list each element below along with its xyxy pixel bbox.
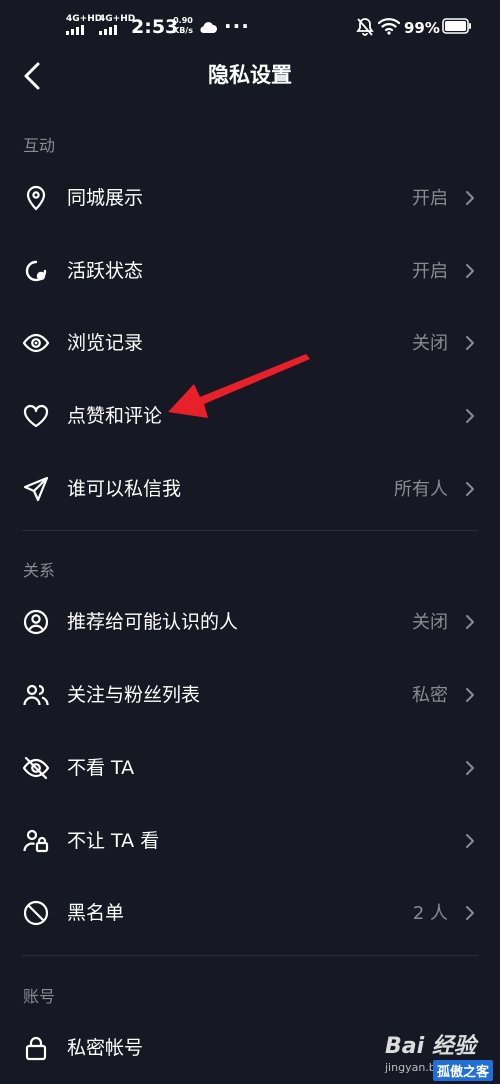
user-lock-icon bbox=[23, 829, 49, 853]
section-header-interaction: 互动 bbox=[23, 136, 56, 155]
setting-label: 私密帐号 bbox=[67, 1037, 144, 1059]
section-divider bbox=[22, 530, 478, 531]
page-title: 隐私设置 bbox=[208, 63, 292, 87]
setting-value: 2 人 bbox=[412, 903, 448, 924]
chevron-right-icon bbox=[466, 834, 474, 848]
setting-value: 关闭 bbox=[412, 612, 448, 633]
setting-row-hide-their-posts[interactable]: 不看 TA bbox=[0, 738, 500, 798]
block-icon bbox=[23, 900, 49, 926]
setting-value: 私密 bbox=[412, 685, 448, 706]
setting-row-browsing-history[interactable]: 浏览记录 关闭 bbox=[0, 313, 500, 373]
setting-row-who-can-message[interactable]: 谁可以私信我 所有人 bbox=[0, 459, 500, 519]
watermark: Bai 经验 jingyan.ba 孤傲之客 bbox=[385, 1028, 500, 1084]
network-indicator-1: 4G+HD bbox=[66, 14, 102, 35]
setting-label: 点赞和评论 bbox=[67, 405, 163, 427]
chevron-right-icon bbox=[466, 264, 474, 278]
speed-unit: KB/s bbox=[173, 26, 193, 35]
more-notifications-icon: ··· bbox=[224, 14, 250, 38]
chevron-right-icon bbox=[466, 761, 474, 775]
setting-row-following-fans-list[interactable]: 关注与粉丝列表 私密 bbox=[0, 665, 500, 725]
send-icon bbox=[23, 476, 49, 502]
setting-label: 推荐给可能认识的人 bbox=[67, 611, 239, 633]
privacy-settings-screen: 4G+HD 4G+HD 2:53 0.90 KB/s ··· 99% 隐私设置 … bbox=[0, 0, 500, 1084]
chevron-right-icon bbox=[466, 191, 474, 205]
chevron-right-icon bbox=[466, 615, 474, 629]
chevron-right-icon bbox=[466, 688, 474, 702]
signal-icon bbox=[66, 25, 102, 35]
network-indicator-2: 4G+HD bbox=[99, 14, 135, 35]
activity-status-icon bbox=[25, 260, 47, 282]
setting-row-location-display[interactable]: 同城展示 开启 bbox=[0, 168, 500, 228]
setting-row-activity-status[interactable]: 活跃状态 开启 bbox=[0, 241, 500, 301]
watermark-brand: 孤傲之客 bbox=[433, 1060, 494, 1081]
lock-icon bbox=[25, 1036, 47, 1061]
setting-value: 所有人 bbox=[394, 479, 448, 500]
network-speed: 0.90 KB/s bbox=[173, 16, 193, 36]
network-label-1: 4G+HD bbox=[66, 14, 103, 24]
speed-value: 0.90 bbox=[173, 16, 193, 25]
status-bar: 4G+HD 4G+HD 2:53 0.90 KB/s ··· 99% bbox=[0, 0, 500, 56]
chevron-right-icon bbox=[466, 336, 474, 350]
setting-value: 关闭 bbox=[412, 333, 448, 354]
setting-value: 开启 bbox=[412, 188, 448, 209]
setting-row-recommend-to-known[interactable]: 推荐给可能认识的人 关闭 bbox=[0, 592, 500, 652]
clock: 2:53 bbox=[131, 16, 179, 38]
signal-icon bbox=[99, 25, 135, 35]
setting-label: 活跃状态 bbox=[67, 260, 144, 282]
chevron-right-icon bbox=[466, 906, 474, 920]
baidu-jingyan-logo: Bai 经验 bbox=[385, 1034, 476, 1059]
setting-label: 不让 TA 看 bbox=[67, 830, 160, 852]
user-circle-icon bbox=[23, 609, 49, 635]
chevron-right-icon bbox=[466, 409, 474, 423]
setting-row-blacklist[interactable]: 黑名单 2 人 bbox=[0, 883, 500, 943]
eye-icon bbox=[22, 333, 50, 353]
battery-icon bbox=[442, 18, 471, 34]
wifi-icon bbox=[378, 18, 400, 35]
section-header-account: 账号 bbox=[23, 987, 56, 1006]
setting-label: 浏览记录 bbox=[67, 332, 144, 354]
heart-icon bbox=[23, 404, 49, 428]
network-label-2: 4G+HD bbox=[99, 14, 136, 24]
location-pin-icon bbox=[26, 185, 46, 211]
battery-percent: 99% bbox=[404, 19, 440, 37]
setting-label: 黑名单 bbox=[67, 902, 125, 924]
setting-value: 开启 bbox=[412, 261, 448, 282]
setting-label: 不看 TA bbox=[67, 757, 135, 779]
cloud-icon bbox=[200, 22, 217, 33]
setting-label: 谁可以私信我 bbox=[67, 478, 182, 500]
eye-off-icon bbox=[22, 756, 50, 780]
section-divider bbox=[22, 955, 478, 956]
setting-label: 同城展示 bbox=[67, 187, 144, 209]
bell-muted-icon bbox=[356, 18, 374, 36]
setting-row-likes-comments[interactable]: 点赞和评论 bbox=[0, 386, 500, 446]
setting-label: 关注与粉丝列表 bbox=[67, 684, 201, 706]
chevron-right-icon bbox=[466, 482, 474, 496]
users-icon bbox=[23, 684, 49, 706]
section-header-relationship: 关系 bbox=[23, 561, 56, 580]
setting-row-hide-from-them[interactable]: 不让 TA 看 bbox=[0, 811, 500, 871]
